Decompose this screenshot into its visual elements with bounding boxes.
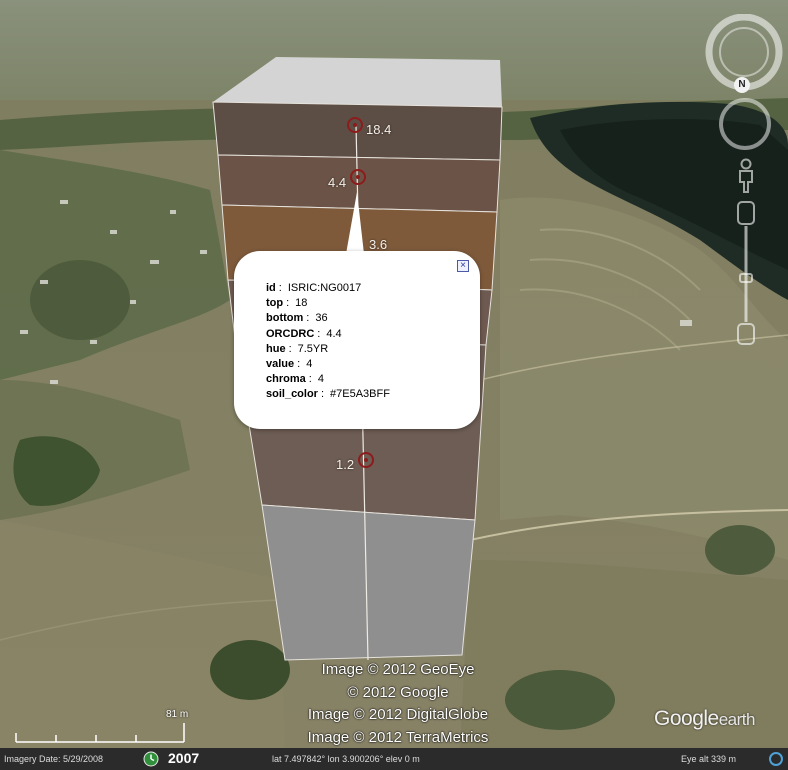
zoom-slider-icon[interactable] [731,200,761,350]
empty-bottom-layer [261,504,476,661]
balloon-field-row: bottom:36 [266,312,328,325]
field-value: 4 [306,358,313,371]
scale-ruler [15,723,185,743]
map-viewport[interactable]: 18.4 4.4 3.6 1.2 × id: ISRIC:NG0017 top:1… [0,0,788,748]
field-value: ISRIC:NG0017 [287,282,362,294]
attribution-line: Image © 2012 GeoEye [321,661,475,678]
layer-value-label: 1.2 [336,457,355,472]
field-value: 7.5YR [297,342,329,355]
logo-earth-text: earth [718,710,756,729]
coordinates-readout: lat 7.497842° lon 3.900206° elev 0 m [272,754,420,764]
balloon-field-row: soil_color: #7E5A3BFF [266,388,390,401]
field-key: top [266,297,284,310]
historical-year-label[interactable]: 2007 [168,750,199,766]
field-value: #7E5A3BFF [330,388,390,401]
layer-value-label: 18.4 [366,122,392,137]
field-key: chroma [266,373,306,386]
attribution-line: Image © 2012 DigitalGlobe [307,706,489,723]
field-value: 18 [295,297,308,310]
navigation-controls: N [705,14,783,354]
balloon-pointer [346,192,364,254]
field-key: id [266,282,276,294]
info-balloon: × id: ISRIC:NG0017 top:18 bottom:36 ORCDR… [234,251,480,429]
layer-point-marker[interactable] [350,169,366,185]
field-key: soil_color [266,388,318,401]
field-value: 4 [317,373,324,386]
balloon-field-row: id: ISRIC:NG0017 [266,282,362,294]
layer-point-marker[interactable] [347,117,363,133]
logo-google-text: Google [654,707,719,730]
balloon-field-row: top:18 [266,297,308,310]
eye-altitude-readout: Eye alt 339 m [681,754,737,764]
attribution-line: Image © 2012 TerraMetrics [307,728,489,746]
balloon-field-list: id: ISRIC:NG0017 top:18 bottom:36 ORCDRC:… [266,281,390,403]
field-key: ORCDRC [266,327,315,340]
north-indicator[interactable]: N [734,77,750,93]
balloon-field-row: hue:7.5YR [266,342,329,355]
field-value: 4.4 [326,327,342,340]
streaming-status-icon [769,752,783,766]
field-key: hue [266,342,286,355]
field-key: value [266,358,295,371]
status-bar: Imagery Date: 5/29/2008 2007 lat 7.49784… [0,748,788,770]
balloon-field-row: ORCDRC:4.4 [266,327,342,340]
move-joystick-icon[interactable] [715,94,775,154]
imagery-date: Imagery Date: 5/29/2008 [4,754,104,764]
scale-bar: 81 m [6,709,196,745]
close-icon[interactable]: × [457,260,469,272]
historical-imagery-clock-icon[interactable] [143,751,159,767]
balloon-field-row: value:4 [266,358,313,371]
layer-value-label: 4.4 [328,175,347,190]
field-key: bottom [266,312,304,325]
balloon-field-row: chroma:4 [266,373,324,386]
imagery-attribution: Image © 2012 GeoEye © 2012 Google Image … [283,659,513,748]
layer-point-marker[interactable] [358,452,374,468]
layer-value-label: 3.6 [369,237,388,252]
google-earth-logo: Googleearth [654,707,755,731]
street-view-pegman-icon[interactable] [731,158,761,198]
field-value: 36 [315,312,328,325]
attribution-line: © 2012 Google [347,683,449,701]
